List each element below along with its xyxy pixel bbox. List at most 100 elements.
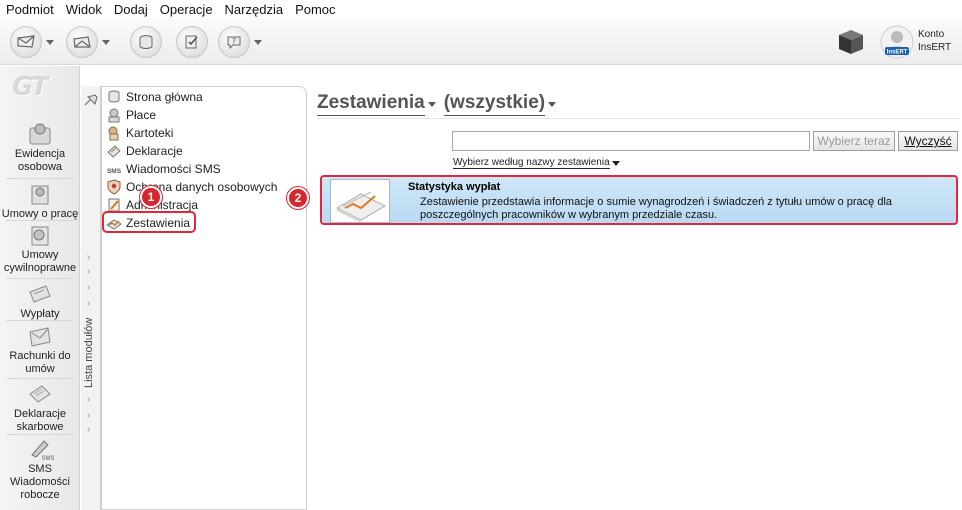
- report-chart-icon: [330, 179, 390, 223]
- home-page-icon: [108, 90, 120, 103]
- module-label: Kartoteki: [126, 126, 174, 140]
- nav-label-line3: robocze: [20, 489, 60, 501]
- account-avatar[interactable]: InsERT: [880, 25, 914, 59]
- module-panel: Strona główna Płace Kartoteki Deklaracje…: [101, 86, 307, 510]
- menu-operacje[interactable]: Operacje: [154, 2, 219, 17]
- module-deklaracje[interactable]: Deklaracje: [106, 142, 183, 160]
- nav-wyplaty[interactable]: Wypłaty: [0, 282, 80, 321]
- sms-icon-text: SMS: [107, 168, 122, 175]
- module-strona-glowna[interactable]: Strona główna: [106, 88, 203, 106]
- search-input[interactable]: [452, 131, 810, 151]
- report-description: Zestawienie przedstawia informacje o sum…: [420, 196, 893, 221]
- chevron-down-icon: [102, 39, 110, 45]
- nav-label-line1: Rachunki do: [9, 350, 71, 362]
- module-place[interactable]: Płace: [106, 106, 156, 124]
- nav-rachunki-do-umow[interactable]: Rachunki do umów: [0, 324, 80, 376]
- chevron-right-icon: ›: [87, 282, 91, 293]
- payroll-icon: [108, 108, 120, 123]
- documents-check-icon: [176, 26, 208, 58]
- invoice-icon: [29, 327, 51, 347]
- chevron-right-icon: ›: [87, 266, 91, 277]
- account-line1: Konto: [918, 29, 945, 40]
- left-navigation: GT Ewidencja osobowa Umowy o pracę Umowy…: [0, 66, 80, 510]
- menu-pomoc[interactable]: Pomoc: [289, 2, 341, 17]
- module-ochrona-danych-osobowych[interactable]: Ochrona danych osobowych: [106, 178, 277, 196]
- nav-ewidencja-osobowa[interactable]: Ewidencja osobowa: [0, 122, 80, 174]
- module-label: Deklaracje: [126, 144, 183, 158]
- nav-label-line1: Deklaracje: [14, 408, 66, 420]
- nav-divider: [6, 278, 74, 279]
- sms-icon: SMS: [107, 168, 122, 175]
- chevron-right-icon: ›: [87, 424, 91, 435]
- svg-text:?: ?: [232, 37, 236, 46]
- nav-label-line1: SMS: [28, 463, 52, 475]
- ledger-icon: [130, 26, 162, 58]
- highlight-zestawienia: [102, 211, 196, 233]
- help-button[interactable]: ?: [218, 26, 262, 58]
- chevron-right-icon: ›: [87, 410, 91, 421]
- avatar-caption: InsERT: [887, 50, 908, 56]
- module-label: Płace: [126, 108, 157, 122]
- toolbar: ? InsERT Konto InsERT: [0, 19, 962, 65]
- report-row-statystyka-wyplat[interactable]: Statystyka wypłat Zestawienie przedstawi…: [320, 175, 958, 225]
- filter-selector[interactable]: (wszystkie): [443, 92, 546, 116]
- select-by-name-dropdown[interactable]: Wybierz według nazwy zestawienia: [453, 157, 620, 169]
- nav-divider: [6, 178, 74, 179]
- menu-dodaj[interactable]: Dodaj: [108, 2, 154, 17]
- title-divider: [317, 118, 960, 119]
- nav-divider: [6, 378, 74, 379]
- nav-umowy-cywilnoprawne[interactable]: Umowy cywilnoprawne: [0, 223, 80, 275]
- chevron-down-icon: [548, 101, 557, 107]
- documents-button[interactable]: [176, 26, 208, 58]
- chevron-down-icon: [254, 39, 262, 45]
- help-icon: ?: [218, 26, 250, 58]
- nav-sms-wiadomosci-robocze[interactable]: SMS SMS Wiadomości robocze: [0, 437, 80, 502]
- chevron-right-icon: ›: [87, 252, 91, 263]
- chevron-right-icon: ›: [87, 394, 91, 405]
- account-line2: InsERT: [918, 42, 952, 53]
- envelope-send-button[interactable]: [10, 26, 54, 58]
- data-protection-icon: [107, 179, 121, 195]
- chevron-right-icon: ›: [87, 298, 91, 309]
- nav-label-line2: skarbowe: [16, 421, 64, 433]
- contract-icon: [31, 185, 49, 205]
- module-kartoteki[interactable]: Kartoteki: [106, 124, 173, 142]
- module-label: Strona główna: [126, 90, 203, 104]
- svg-text:SMS: SMS: [41, 456, 54, 461]
- step-badge-1: 1: [140, 186, 162, 208]
- menu-widok[interactable]: Widok: [60, 2, 108, 17]
- ledger-button[interactable]: [130, 26, 162, 58]
- records-icon: [108, 126, 119, 141]
- nav-umowy-o-prace[interactable]: Umowy o pracę: [0, 182, 80, 221]
- declarations-icon: [107, 145, 121, 158]
- person-file-icon: [29, 123, 51, 145]
- chevron-down-icon: [611, 160, 620, 166]
- menu-bar: Podmiot Widok Dodaj Operacje Narzędzia P…: [0, 0, 962, 19]
- nav-label-line2: cywilnoprawne: [3, 262, 77, 274]
- cube-icon[interactable]: [836, 27, 866, 57]
- nav-label-line1: Ewidencja: [14, 148, 66, 160]
- nav-deklaracje-skarbowe[interactable]: Deklaracje skarbowe: [0, 382, 80, 434]
- clear-button-label: Wyczyść: [904, 134, 952, 148]
- chevron-down-icon: [46, 39, 54, 45]
- module-label: Administracja: [126, 198, 199, 212]
- sms-icon: SMS: [31, 440, 54, 461]
- module-wiadomosci-sms[interactable]: SMS Wiadomości SMS: [106, 160, 221, 178]
- account-label[interactable]: Konto InsERT: [918, 28, 951, 54]
- page-title-bar: Zestawienia (wszystkie): [317, 92, 564, 116]
- envelope-icon: [10, 26, 42, 58]
- menu-podmiot[interactable]: Podmiot: [0, 2, 60, 17]
- module-list-strip[interactable]: › › › › Lista modułów › › ›: [81, 86, 101, 510]
- choose-now-button[interactable]: Wybierz teraz: [813, 131, 895, 151]
- nav-label-line2: umów: [25, 363, 55, 375]
- select-by-label: Wybierz według nazwy zestawienia: [453, 157, 610, 169]
- nav-label-line1: Umowy: [21, 249, 59, 261]
- tax-declaration-icon: [29, 385, 51, 403]
- clear-button[interactable]: Wyczyść: [898, 131, 958, 151]
- payout-icon: [29, 285, 51, 303]
- step-badge-2: 2: [287, 187, 309, 209]
- pin-icon[interactable]: [84, 94, 98, 106]
- page-title[interactable]: Zestawienia: [317, 92, 425, 116]
- envelope-receive-button[interactable]: [66, 26, 110, 58]
- menu-narzedzia[interactable]: Narzędzia: [219, 2, 290, 17]
